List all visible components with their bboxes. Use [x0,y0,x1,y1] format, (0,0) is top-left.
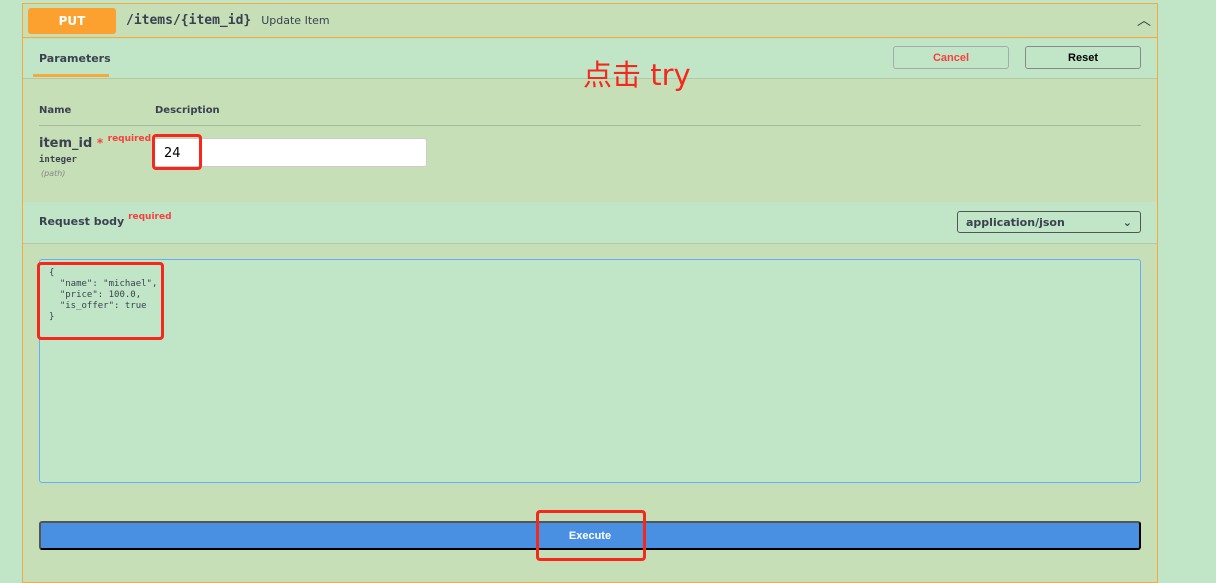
operation-path: /items/{item_id} [126,13,252,28]
required-label: required [128,212,172,222]
highlight-box [536,510,646,561]
col-desc-header: Description [155,105,220,116]
operation-summary[interactable]: PUT /items/{item_id} Update Item ︿ [23,4,1157,38]
method-badge: PUT [28,7,116,34]
highlight-box [152,134,202,170]
param-location: (path) [41,169,66,178]
highlight-box [37,262,164,340]
tab-active-indicator [33,74,109,77]
request-body-title: Request body required [39,212,172,228]
cancel-button[interactable]: Cancel [893,46,1009,69]
request-body-title-text: Request body [39,215,125,228]
content-type-select[interactable]: application/json ⌄ [957,211,1141,233]
required-star: * [96,136,104,150]
chevron-up-icon[interactable]: ︿ [1137,10,1151,30]
required-label: required [107,134,152,144]
annotation-text: 点击 try [583,58,691,92]
param-type: integer [39,155,77,165]
param-name-text: item_id [39,136,93,151]
param-name: item_id * required [39,134,152,151]
request-body-editor[interactable]: { "name": "michael", "price": 100.0, "is… [39,259,1141,483]
divider [39,125,1141,126]
request-body-header: Request body required application/json ⌄ [23,202,1157,244]
operation-summary-text: Update Item [261,14,330,27]
tab-parameters[interactable]: Parameters [39,52,111,65]
col-name-header: Name [39,105,72,116]
content-type-value: application/json [966,216,1065,229]
reset-button[interactable]: Reset [1025,46,1141,69]
chevron-down-icon: ⌄ [1122,216,1132,229]
